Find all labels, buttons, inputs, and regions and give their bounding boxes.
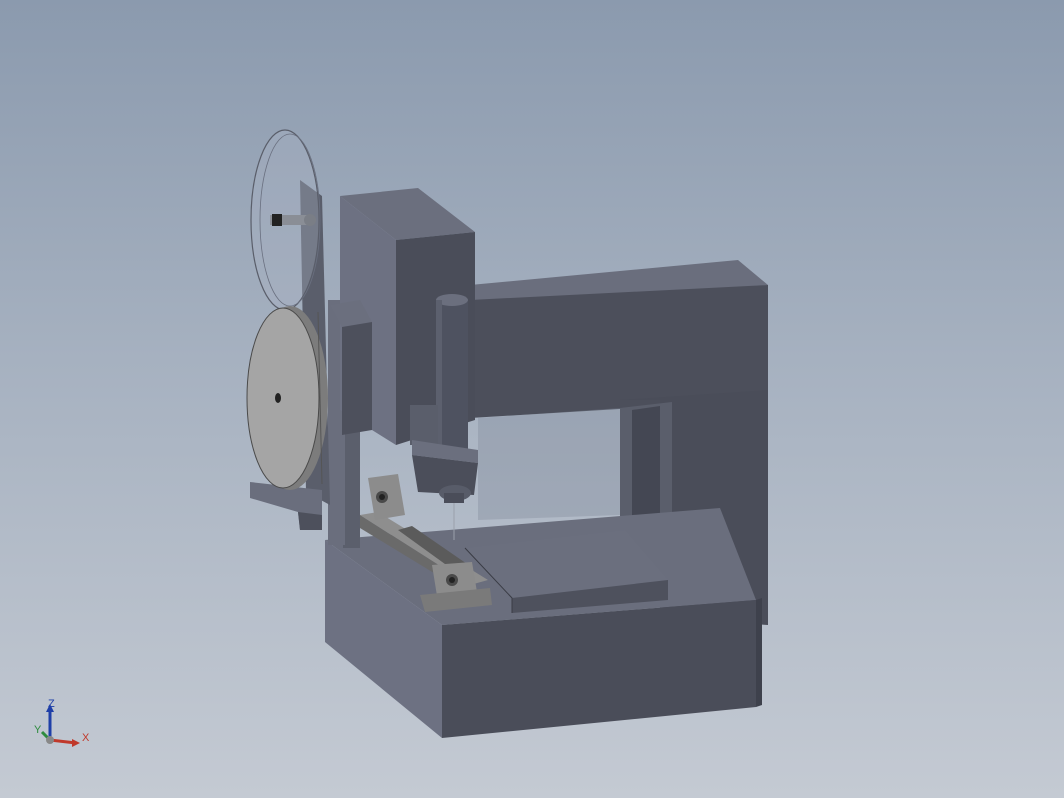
cad-graphics-viewport[interactable]: Z X Y (0, 0, 1064, 798)
axis-x-label: X (82, 732, 90, 744)
machine-model[interactable] (0, 0, 1064, 798)
axis-y-label: Y (34, 724, 42, 736)
lower-spool[interactable] (246, 306, 328, 490)
spindle-cylinder[interactable] (436, 294, 468, 450)
upper-reel[interactable] (250, 129, 321, 311)
axis-z-label: Z (48, 698, 55, 710)
orientation-triad: Z X Y (30, 698, 100, 758)
